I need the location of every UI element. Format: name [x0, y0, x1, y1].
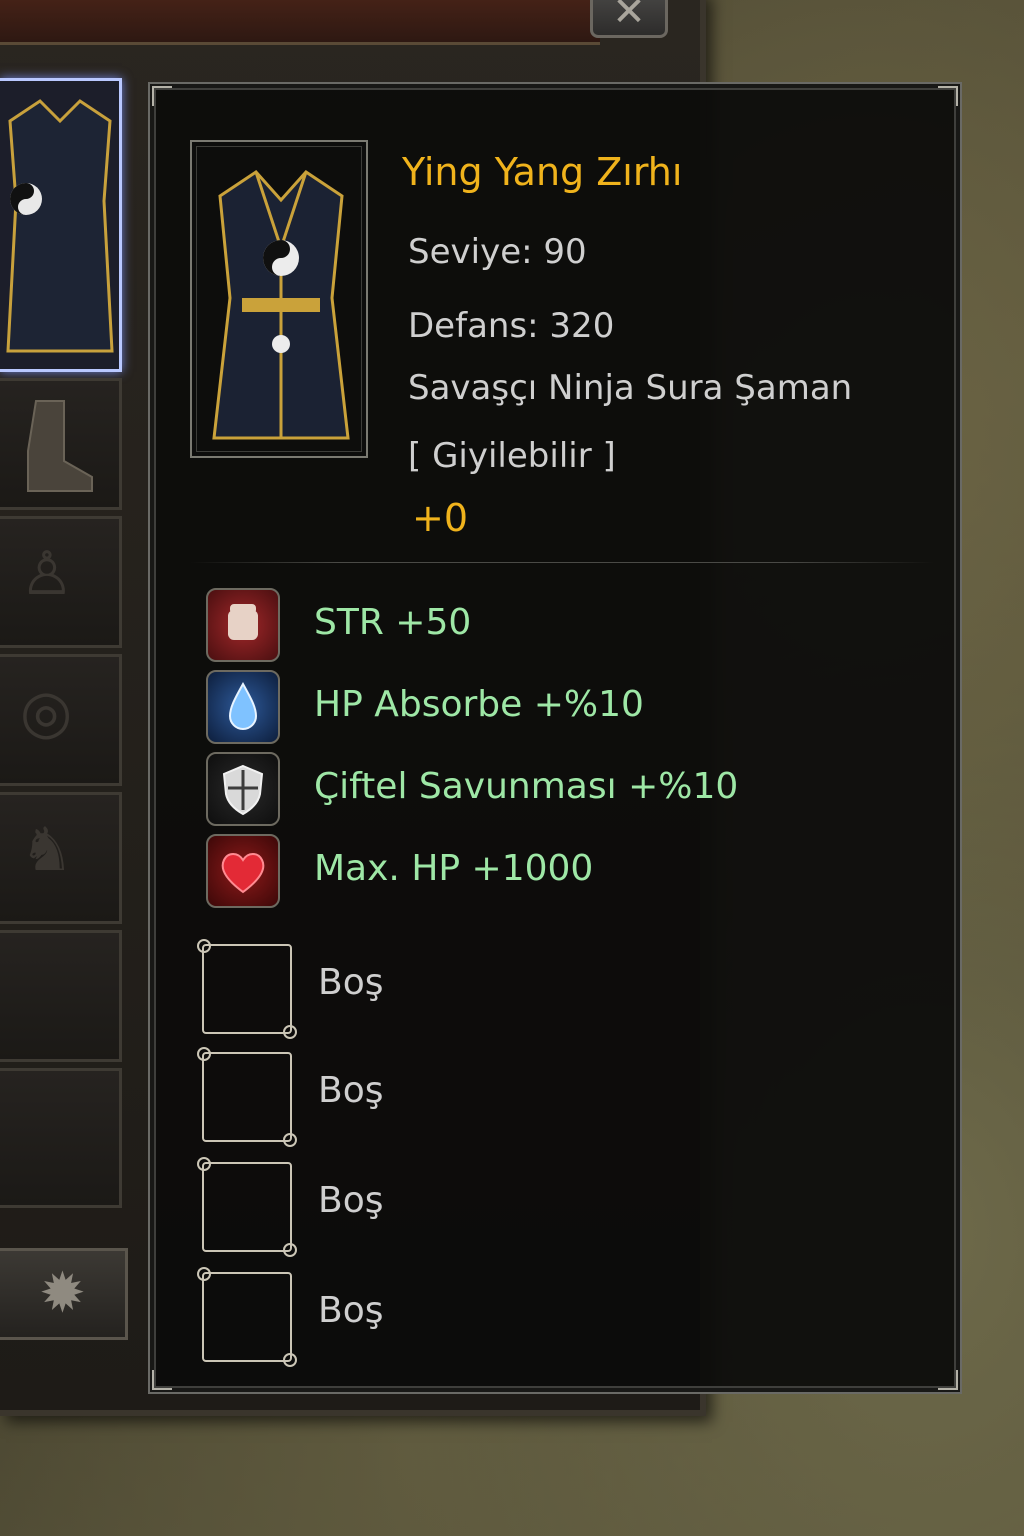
bonus-text: Max. HP +1000: [314, 848, 594, 889]
shield-icon: [206, 752, 280, 826]
item-name: Ying Yang Zırhı: [402, 150, 683, 194]
inventory-title-bar: [0, 0, 600, 45]
ring-icon: ◎: [20, 677, 73, 747]
socket-label: Boş: [318, 1290, 384, 1331]
socket-row: Boş: [197, 1047, 802, 1147]
equipment-slot-ring[interactable]: ◎: [0, 654, 122, 786]
heart-icon: [206, 834, 280, 908]
boots-icon: [27, 400, 93, 492]
frame-corner: [152, 86, 172, 106]
frame-corner: [938, 1370, 958, 1390]
figure-icon: ♙: [20, 539, 74, 609]
bonus-row-str: STR +50: [206, 588, 906, 662]
item-wearable-status: [ Giyilebilir ]: [408, 436, 616, 476]
item-upgrade-level: +0: [412, 496, 469, 540]
empty-socket[interactable]: [197, 1047, 297, 1147]
armor-icon: [6, 99, 114, 353]
item-level: Seviye: 90: [408, 232, 587, 272]
socket-label: Boş: [318, 1070, 384, 1111]
bonus-row-max-hp: Max. HP +1000: [206, 834, 906, 908]
armor-icon: [212, 170, 350, 440]
empty-socket[interactable]: [197, 1157, 297, 1257]
empty-socket[interactable]: [197, 1267, 297, 1367]
bonus-text: HP Absorbe +%10: [314, 684, 644, 725]
bonus-row-hp-absorb: HP Absorbe +%10: [206, 670, 906, 744]
item-image-frame: [190, 140, 368, 458]
socket-label: Boş: [318, 962, 384, 1003]
socket-label: Boş: [318, 1180, 384, 1221]
empty-socket[interactable]: [197, 939, 297, 1039]
equipment-slot-stance[interactable]: ♞: [0, 792, 122, 924]
equipment-slot-costume[interactable]: ♙: [0, 516, 122, 648]
bonus-text: Çiftel Savunması +%10: [314, 766, 739, 807]
bonus-text: STR +50: [314, 602, 472, 643]
warrior-icon: ♞: [20, 815, 74, 885]
socket-row: Boş: [197, 1267, 802, 1367]
item-defense: Defans: 320: [408, 306, 615, 346]
close-icon: ✕: [612, 0, 646, 35]
socket-row: Boş: [197, 939, 802, 1039]
fist-icon: [206, 588, 280, 662]
equipment-slot-boots[interactable]: [0, 378, 122, 510]
frame-corner: [152, 1370, 172, 1390]
equipment-slot-empty[interactable]: [0, 930, 122, 1062]
item-tooltip: Ying Yang Zırhı Seviye: 90 Defans: 320 S…: [148, 82, 962, 1394]
frame-corner: [938, 86, 958, 106]
settings-button[interactable]: ✹: [0, 1248, 128, 1340]
socket-row: Boş: [197, 1157, 802, 1257]
equipment-slot-armor[interactable]: [0, 78, 122, 372]
item-classes: Savaşçı Ninja Sura Şaman: [408, 368, 853, 408]
equipment-slot-empty[interactable]: [0, 1068, 122, 1208]
water-drop-icon: [206, 670, 280, 744]
bonus-row-defense: Çiftel Savunması +%10: [206, 752, 906, 826]
gear-icon: ✹: [39, 1261, 86, 1326]
divider: [190, 562, 934, 563]
close-button[interactable]: ✕: [590, 0, 668, 38]
